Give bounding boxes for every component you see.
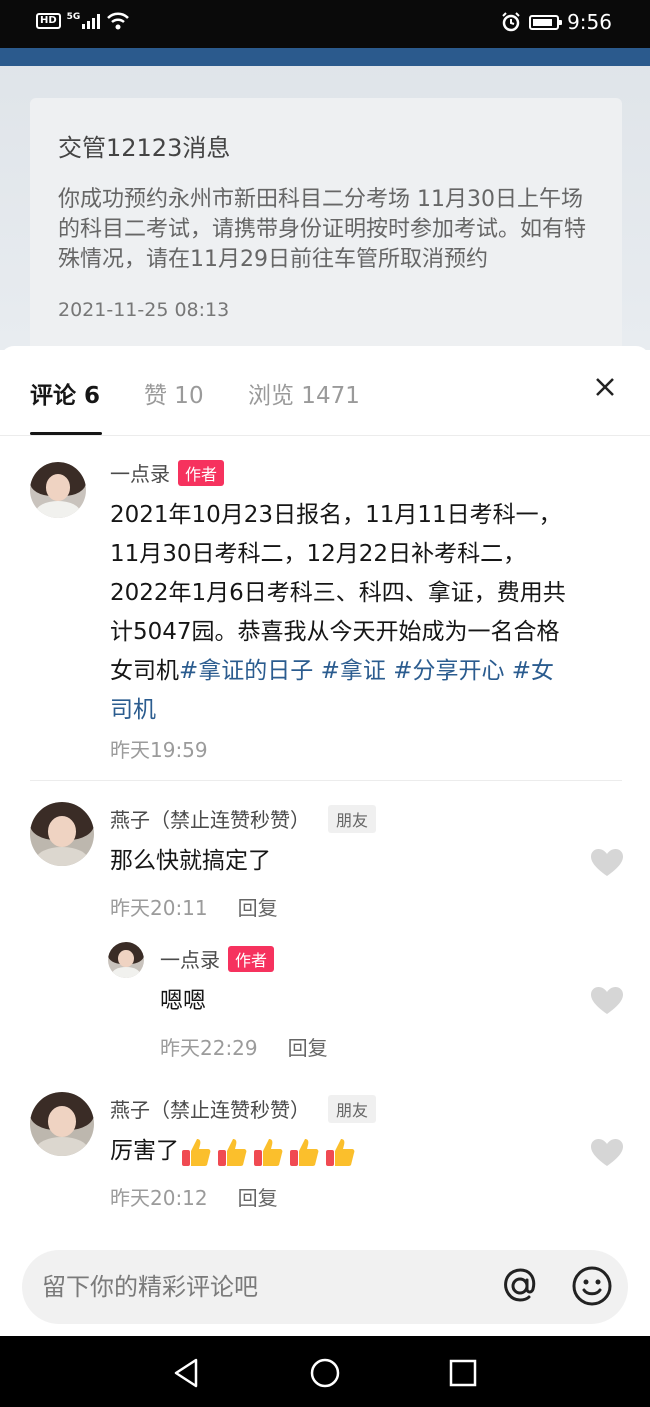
wifi-icon: [107, 12, 130, 30]
tab-comments[interactable]: 评论 6: [30, 376, 100, 410]
comment-author: 一点录 作者: [160, 944, 275, 973]
tab-likes[interactable]: 赞 10: [144, 376, 204, 410]
close-icon[interactable]: [594, 376, 616, 398]
comment-text: 嗯嗯: [160, 988, 206, 1014]
tab-bar: 评论 6 赞 10 浏览 1471: [0, 346, 650, 436]
author-badge: 作者: [228, 945, 275, 972]
username[interactable]: 一点录: [110, 458, 170, 487]
battery-icon: [529, 14, 563, 30]
thumbs-up-icon: [218, 1138, 247, 1166]
system-nav-bar: [0, 1336, 650, 1407]
comment-item: 燕子（禁止连赞秒赞） 朋友 厉害了 昨天20:12 回复: [0, 1090, 650, 1220]
comment-text: 厉害了: [110, 1132, 357, 1171]
friend-badge: 朋友: [328, 804, 377, 833]
hashtag-link[interactable]: #拿证的日子: [179, 658, 313, 684]
comment-author: 燕子（禁止连赞秒赞） 朋友: [110, 804, 377, 833]
comment-meta: 昨天22:29 回复: [160, 1032, 328, 1061]
status-bar: HD 5G 9:56: [0, 0, 650, 48]
emoji-smile-icon[interactable]: [570, 1264, 614, 1308]
post-header-band: [0, 48, 650, 66]
comment-meta: 昨天19:59: [110, 734, 208, 763]
avatar[interactable]: [30, 462, 86, 518]
comment-time: 昨天19:59: [110, 738, 208, 762]
clock: 9:56: [567, 10, 612, 34]
like-heart-icon[interactable]: [590, 848, 624, 878]
username[interactable]: 燕子（禁止连赞秒赞）: [110, 804, 310, 833]
thumbs-up-icon: [290, 1138, 319, 1166]
message-time: 2021-11-25 08:13: [58, 299, 230, 321]
comment-input[interactable]: [42, 1250, 482, 1324]
message-card: 交管12123消息 你成功预约永州市新田科目二分考场 11月30日上午场的科目二…: [30, 98, 622, 350]
comment-time: 昨天20:11: [110, 896, 208, 920]
comment-author: 燕子（禁止连赞秒赞） 朋友: [110, 1094, 377, 1123]
like-heart-icon[interactable]: [590, 1138, 624, 1168]
comment-time: 昨天20:12: [110, 1186, 208, 1210]
comment-author: 一点录 作者: [110, 458, 225, 487]
status-right: 9:56: [501, 10, 612, 34]
network-type-label: 5G: [66, 12, 81, 22]
comment-body: 厉害了: [110, 1138, 179, 1164]
thumbs-up-icon: [182, 1138, 211, 1166]
tab-views[interactable]: 浏览 1471: [248, 376, 360, 410]
home-icon[interactable]: [308, 1356, 342, 1390]
avatar[interactable]: [30, 802, 94, 866]
background-post: 交管12123消息 你成功预约永州市新田科目二分考场 11月30日上午场的科目二…: [0, 48, 650, 350]
reply-button[interactable]: 回复: [288, 1032, 328, 1061]
avatar[interactable]: [108, 942, 144, 978]
hashtag-link[interactable]: #分享开心: [393, 658, 504, 684]
mention-at-icon[interactable]: [498, 1264, 542, 1308]
active-tab-indicator: [30, 432, 102, 435]
comment-meta: 昨天20:11 回复: [110, 892, 278, 921]
comment-body: 2021年10月23日报名，11月11日考科一，11月30日考科二，12月22日…: [110, 502, 566, 684]
comment-time: 昨天22:29: [160, 1036, 258, 1060]
back-icon[interactable]: [170, 1356, 204, 1390]
comment-item: 燕子（禁止连赞秒赞） 朋友 那么快就搞定了 昨天20:11 回复: [0, 800, 650, 920]
alarm-icon: [502, 12, 520, 32]
reply-button[interactable]: 回复: [238, 892, 278, 921]
comment-item: 一点录 作者 2021年10月23日报名，11月11日考科一，11月30日考科二…: [0, 456, 650, 776]
comment-text: 那么快就搞定了: [110, 848, 271, 874]
comment-meta: 昨天20:12 回复: [110, 1182, 278, 1211]
like-heart-icon[interactable]: [590, 986, 624, 1016]
reply-item: 一点录 作者 嗯嗯 昨天22:29 回复: [0, 940, 650, 1060]
thumbs-up-emoji-row: [179, 1135, 357, 1169]
message-body: 你成功预约永州市新田科目二分考场 11月30日上午场的科目二考试，请携带身份证明…: [58, 187, 587, 272]
username[interactable]: 燕子（禁止连赞秒赞）: [110, 1094, 310, 1123]
thumbs-up-icon: [326, 1138, 355, 1166]
recents-icon[interactable]: [446, 1356, 480, 1390]
thumbs-up-icon: [254, 1138, 283, 1166]
comments-sheet: 评论 6 赞 10 浏览 1471 一点录 作者 2021年10月23日报名，1…: [0, 346, 650, 1336]
hashtag-link[interactable]: #拿证: [321, 658, 386, 684]
comment-text: 2021年10月23日报名，11月11日考科一，11月30日考科二，12月22日…: [110, 496, 570, 730]
signal-icon: [82, 13, 101, 29]
author-badge: 作者: [178, 459, 225, 486]
hd-indicator: HD: [36, 13, 61, 29]
username[interactable]: 一点录: [160, 944, 220, 973]
status-left: HD 5G: [36, 12, 130, 30]
friend-badge: 朋友: [328, 1094, 377, 1123]
comment-input-bar: [22, 1250, 628, 1324]
avatar[interactable]: [30, 1092, 94, 1156]
reply-button[interactable]: 回复: [238, 1182, 278, 1211]
divider: [30, 780, 622, 781]
message-title: 交管12123消息: [58, 134, 231, 162]
